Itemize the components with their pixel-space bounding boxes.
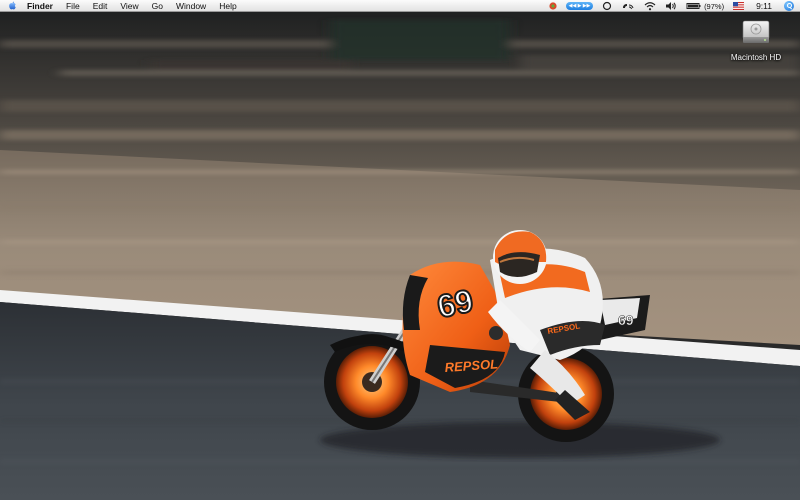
media-controls[interactable]: ◀◀ ▶ ▶▶ (566, 2, 594, 10)
svg-text:69: 69 (618, 312, 634, 328)
menu-extra-wifi[interactable] (644, 0, 656, 12)
menu-extra-sync[interactable] (602, 0, 612, 12)
spotlight-search-icon[interactable] (784, 1, 794, 11)
menu-go[interactable]: Go (152, 0, 163, 12)
previous-icon[interactable]: ◀◀ (569, 2, 577, 10)
flower-icon (549, 2, 557, 10)
menu-app-finder[interactable]: Finder (27, 0, 53, 12)
phone-icon (623, 4, 634, 10)
menu-extra-battery[interactable]: (97%) (686, 0, 724, 12)
menu-help[interactable]: Help (219, 0, 236, 12)
menu-clock[interactable]: 9:11 (756, 0, 772, 12)
menu-extra-input-source[interactable] (733, 0, 745, 12)
menu-extra-volume[interactable] (665, 0, 677, 12)
us-flag-icon (733, 2, 745, 10)
next-icon[interactable]: ▶▶ (583, 2, 591, 10)
menu-extra-app-icon[interactable] (548, 0, 558, 12)
apple-menu-icon[interactable] (8, 1, 17, 10)
svg-text:69: 69 (434, 282, 476, 325)
battery-icon (686, 3, 701, 9)
menu-file[interactable]: File (66, 0, 80, 12)
desktop-icon-label: Macintosh HD (730, 53, 782, 62)
menu-extra-phone[interactable] (621, 0, 635, 12)
menu-view[interactable]: View (120, 0, 138, 12)
sync-icon (602, 1, 612, 11)
desktop-icon-macintosh-hd[interactable]: Macintosh HD (725, 15, 787, 71)
hard-drive-icon (742, 20, 770, 43)
wifi-icon (644, 2, 656, 11)
desktop-wallpaper: 69 REPSOL 69 REPSOL (0, 0, 800, 500)
play-icon[interactable]: ▶ (578, 2, 582, 10)
menu-bar: Finder File Edit View Go Window Help ◀◀ … (0, 0, 800, 12)
menu-window[interactable]: Window (176, 0, 206, 12)
volume-icon (666, 2, 676, 10)
menu-edit[interactable]: Edit (93, 0, 108, 12)
battery-percent: (97%) (704, 1, 725, 11)
